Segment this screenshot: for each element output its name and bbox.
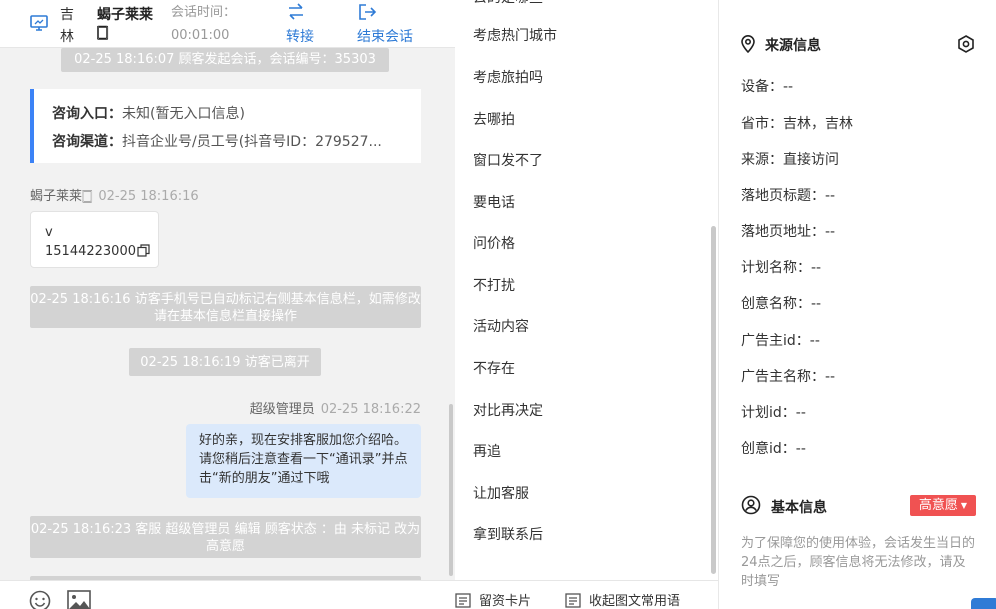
chat-scrollbar[interactable]	[449, 404, 453, 576]
phrase-item[interactable]: 去哪拍	[473, 110, 515, 130]
visitor-name: 蝎子莱莱 🀆	[97, 7, 153, 41]
collapse-phrases-label: 收起图文常用语	[589, 594, 681, 609]
info-source: 来源：直接访问	[741, 152, 839, 168]
info-landing-title: 落地页标题：--	[741, 188, 836, 204]
info-plan-id: 计划id：--	[741, 405, 806, 421]
channel-value: 抖音企业号/员工号(抖音号ID：279527...	[122, 134, 382, 150]
phrase-item[interactable]: 不存在	[473, 359, 515, 379]
phrase-item[interactable]: 去的是哪些	[473, 0, 543, 8]
emoji-icon[interactable]	[29, 590, 51, 609]
info-device: 设备：--	[741, 79, 794, 95]
status-change-notice: 02-25 18:16:23 客服 超级管理员 编辑 顾客状态 ：由 未标记 改…	[30, 516, 421, 558]
visitor-message-time: 02-25 18:16:16	[98, 189, 199, 204]
intent-status-dropdown[interactable]: 高意愿 ▼	[910, 495, 976, 516]
transfer-icon	[289, 3, 303, 20]
info-creative-id: 创意id：--	[741, 441, 806, 457]
source-info-title: 来源信息	[741, 35, 821, 56]
session-time-label: 会话时间：	[171, 5, 237, 20]
info-advertiser-name: 广告主名称：--	[741, 369, 836, 385]
monitor-icon	[30, 15, 48, 31]
location-pin-icon	[741, 35, 755, 54]
info-advertiser-id: 广告主id：--	[741, 333, 820, 349]
end-session-button[interactable]: 结束会话	[357, 2, 413, 46]
lead-card-button[interactable]: 留资卡片	[455, 590, 531, 609]
visitor-message-line1: v	[45, 225, 53, 240]
phrase-item[interactable]: 让加客服	[473, 484, 529, 504]
visitor-phone-number: 15144223000	[45, 244, 136, 259]
info-province-city: 省市：吉林，吉林	[741, 116, 853, 132]
phrases-toolbar: 留资卡片 收起图文常用语	[455, 580, 718, 609]
source-info-label: 来源信息	[765, 38, 821, 54]
visitor-info-panel: 来源信息 设备：-- 省市：吉林，吉林 来源：直接访问 落地页标题：-- 落地页…	[719, 0, 996, 609]
visitor-message-meta: 蝎子莱莱🀆 02-25 18:16:16	[30, 185, 199, 204]
chat-header: 吉林 蝎子莱莱 🀆 会话时间： 00:01:00 转接 结束会话	[0, 0, 455, 48]
agent-message-time: 02-25 18:16:22	[320, 402, 421, 417]
entry-value: 未知(暂无入口信息)	[122, 106, 245, 122]
end-session-label: 结束会话	[357, 29, 413, 45]
phrase-item[interactable]: 要电话	[473, 193, 515, 213]
consult-entry-card: 咨询入口：未知(暂无入口信息) 咨询渠道：抖音企业号/员工号(抖音号ID：279…	[30, 89, 421, 163]
lead-card-label: 留资卡片	[479, 594, 532, 609]
phrase-item[interactable]: 对比再决定	[473, 401, 543, 421]
agent-message-bubble: 好的亲，现在安排客服加您介绍哈。请您稍后注意查看一下“通讯录”并点击“新的朋友”…	[186, 424, 421, 498]
entry-label: 咨询入口：	[52, 106, 122, 122]
card-icon	[455, 593, 471, 608]
transfer-label: 转接	[286, 29, 314, 45]
phrase-item[interactable]: 考虑旅拍吗	[473, 68, 543, 88]
quick-phrases-panel: 去的是哪些 考虑热门城市 考虑旅拍吗 去哪拍 窗口发不了 要电话 问价格 不打扰…	[455, 0, 719, 609]
settings-icon[interactable]	[956, 34, 976, 54]
user-circle-icon	[741, 495, 761, 515]
phrase-item[interactable]: 窗口发不了	[473, 151, 543, 171]
agent-message-meta: 超级管理员 02-25 18:16:22	[250, 398, 421, 417]
visitor-message-line2-row: 15144223000	[45, 242, 158, 261]
info-landing-url: 落地页地址：--	[741, 224, 836, 240]
phrase-item[interactable]: 考虑热门城市	[473, 26, 557, 46]
intent-status-label: 高意愿	[918, 498, 958, 513]
session-start-notice: 02-25 18:16:07 顾客发起会话，会话编号：35303	[61, 48, 389, 72]
basic-info-title: 基本信息	[741, 495, 827, 518]
info-plan-name: 计划名称：--	[741, 260, 822, 276]
copy-icon[interactable]	[137, 244, 150, 257]
entry-row: 咨询入口：未知(暂无入口信息)	[52, 100, 417, 128]
visitor-message-bubble: v 15144223000	[30, 211, 159, 268]
caret-down-icon: ▼	[960, 501, 968, 510]
agent-sender-name: 超级管理员	[249, 402, 315, 417]
chat-panel: 吉林 蝎子莱莱 🀆 会话时间： 00:01:00 转接 结束会话 02-25 1…	[0, 0, 455, 609]
channel-label: 咨询渠道：	[52, 134, 122, 150]
visitor-sender-name: 蝎子莱莱🀆	[30, 189, 93, 204]
phrase-item[interactable]: 问价格	[473, 234, 515, 254]
channel-row: 咨询渠道：抖音企业号/员工号(抖音号ID：279527...	[52, 128, 417, 156]
basic-info-label: 基本信息	[771, 500, 827, 516]
chat-toolbar	[0, 580, 455, 609]
collapse-phrases-button[interactable]: 收起图文常用语	[565, 590, 680, 609]
floating-action-button[interactable]	[971, 598, 996, 609]
phrase-item[interactable]: 不打扰	[473, 276, 515, 296]
transfer-button[interactable]: 转接	[286, 2, 314, 46]
visitor-left-notice: 02-25 18:16:19 访客已离开	[129, 348, 321, 376]
phrase-item[interactable]: 再追	[473, 442, 501, 462]
edit-deadline-notice: 为了保障您的使用体验，会话发生当日的24点之后，顾客信息将无法修改，请及时填写	[741, 536, 976, 589]
image-icon[interactable]	[67, 590, 91, 609]
phrases-scrollbar[interactable]	[711, 226, 716, 574]
phrase-item[interactable]: 活动内容	[473, 317, 529, 337]
info-creative-name: 创意名称：--	[741, 296, 822, 312]
auto-tag-notice: 02-25 18:16:16 访客手机号已自动标记右侧基本信息栏，如需修改请在基…	[30, 286, 421, 328]
visitor-region: 吉林	[60, 7, 74, 45]
phrase-item[interactable]: 拿到联系后	[473, 525, 543, 545]
document-icon	[565, 593, 581, 608]
logout-icon	[359, 4, 377, 20]
session-time-value: 00:01:00	[171, 28, 230, 43]
